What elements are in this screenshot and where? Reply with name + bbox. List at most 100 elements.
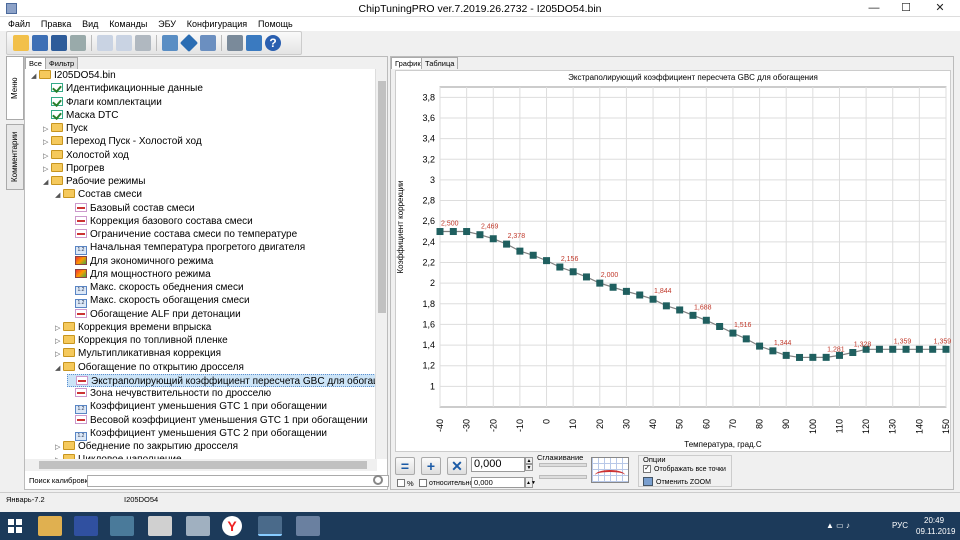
tree-item[interactable]: ◢ I205DO54.bin [31,69,116,82]
scroll-thumb[interactable] [39,461,367,469]
undo-icon[interactable] [135,35,151,51]
data-point[interactable] [822,353,830,361]
data-point[interactable] [582,273,590,281]
refresh-icon[interactable] [246,35,262,51]
tree-item[interactable]: ▷ Коррекция по топливной пленке [55,334,228,347]
tree-item[interactable]: Коррекция базового состава смеси [67,215,253,228]
tree-item[interactable]: Обогащение ALF при детонации [67,308,241,321]
data-point[interactable] [543,257,551,265]
show-all-points-checkbox[interactable]: ✓ [643,465,651,473]
cancel-zoom-icon[interactable] [643,477,653,486]
tree-item[interactable]: Для экономичного режима [67,255,213,268]
cancel-zoom-button[interactable]: Отменить ZOOM [656,478,711,487]
save-all-icon[interactable] [51,35,67,51]
search-icon[interactable] [373,475,383,485]
navigate-icon[interactable] [179,33,199,53]
value-down-button[interactable]: ▼ [525,464,533,471]
data-point[interactable] [516,247,524,255]
expand-arrow-icon[interactable]: ◢ [55,362,63,375]
menu-view[interactable]: Вид [78,17,102,31]
percent-checkbox[interactable] [397,479,405,487]
expand-arrow-icon[interactable]: ▷ [43,136,51,149]
chip-icon[interactable] [110,516,134,536]
smoothing-slider-1[interactable] [539,463,587,467]
data-point[interactable] [436,228,444,236]
tree-item[interactable]: Базовый состав смеси [67,202,195,215]
data-point[interactable] [702,316,710,324]
tree-item[interactable]: ▷ Холостой ход [43,149,129,162]
tree-item[interactable]: 1.2 Макс. скорость обогащения смеси [67,294,250,309]
search-input[interactable] [87,475,389,487]
tree-item-selected[interactable]: Экстраполирующий коэффициент пересчета G… [67,373,377,387]
menu-edit[interactable]: Правка [37,17,75,31]
data-point[interactable] [942,345,950,353]
data-point[interactable] [622,287,630,295]
expand-arrow-icon[interactable]: ▷ [55,335,63,348]
clock-date[interactable]: 09.11.2019 [916,527,955,536]
close-button[interactable]: ✕ [924,0,956,17]
expand-arrow-icon[interactable]: ▷ [43,163,51,176]
tree-item[interactable]: ▷ Обеднение по закрытию дросселя [55,440,238,453]
expand-arrow-icon[interactable]: ▷ [55,441,63,454]
data-point[interactable] [875,345,883,353]
floppy-icon[interactable] [74,516,98,536]
value-up-button[interactable]: ▲ [525,457,533,464]
data-point[interactable] [569,268,577,276]
data-point[interactable] [649,295,657,303]
tab-chart[interactable]: График [391,57,425,69]
maximize-button[interactable]: ☐ [890,0,922,17]
relative-spin-button[interactable]: ▲▼ [525,477,536,488]
scroll-thumb[interactable] [378,81,386,313]
tree-item[interactable]: Весовой коэффициент уменьшения GTC 1 при… [67,414,368,427]
tree-vertical-scrollbar[interactable] [375,69,387,459]
relative-input[interactable]: 0,000 [471,477,525,488]
tree-horizontal-scrollbar[interactable] [25,459,377,471]
data-point[interactable] [529,251,537,259]
menu-commands[interactable]: Команды [105,17,151,31]
tree-item[interactable]: Для мощностного режима [67,268,211,281]
menu-help[interactable]: Помощь [254,17,297,31]
tree-item[interactable]: ▷ Прогрев [43,162,104,175]
expand-arrow-icon[interactable]: ▷ [55,348,63,361]
expand-arrow-icon[interactable]: ◢ [43,176,51,189]
data-point[interactable] [476,231,484,239]
tree-item[interactable]: Идентификационные данные [43,82,203,95]
explorer-icon[interactable] [38,516,62,536]
multiply-button[interactable]: ✕ [447,457,467,475]
tab-table[interactable]: Таблица [421,57,459,69]
save-icon[interactable] [32,35,48,51]
open-icon[interactable] [13,35,29,51]
equal-button[interactable]: = [395,457,415,475]
tree-item[interactable]: ◢ Состав смеси [55,188,142,201]
calculator-icon[interactable] [186,516,210,536]
data-point[interactable] [596,279,604,287]
minimize-button[interactable]: — [858,0,890,17]
expand-arrow-icon[interactable]: ◢ [31,70,39,83]
language-indicator[interactable]: РУС [892,521,908,530]
data-point[interactable] [662,302,670,310]
data-point[interactable] [756,342,764,350]
tab-filter[interactable]: Фильтр [45,57,79,69]
tree-item[interactable]: ▷ Пуск [43,122,87,135]
tree-item[interactable]: Маска DTC [43,109,119,122]
expand-arrow-icon[interactable]: ▷ [43,123,51,136]
tree-item[interactable]: ▷ Переход Пуск - Холостой ход [43,135,202,148]
copy-icon[interactable] [97,35,113,51]
data-point[interactable] [556,263,564,271]
calc-icon[interactable] [162,35,178,51]
data-point[interactable] [676,306,684,314]
chiptuning-taskbar-icon[interactable] [258,516,282,536]
tree-item[interactable]: 1.2 Коэффициент уменьшения GTC 1 при обог… [67,400,327,415]
tool-icon[interactable] [148,516,172,536]
data-point[interactable] [729,329,737,337]
tree-item[interactable]: Зона нечувствительности по дросселю [67,387,271,400]
expand-arrow-icon[interactable]: ▷ [55,322,63,335]
data-point[interactable] [929,345,937,353]
tab-calibration-menu[interactable]: Меню калибровок [6,56,35,120]
data-point[interactable] [902,345,910,353]
data-point[interactable] [849,348,857,356]
tree-item[interactable]: ▷ Мультипликативная коррекция [55,347,221,360]
data-point[interactable] [782,351,790,359]
settings-icon[interactable] [227,35,243,51]
chart[interactable]: Экстраполирующий коэффициент пересчета G… [396,71,952,453]
